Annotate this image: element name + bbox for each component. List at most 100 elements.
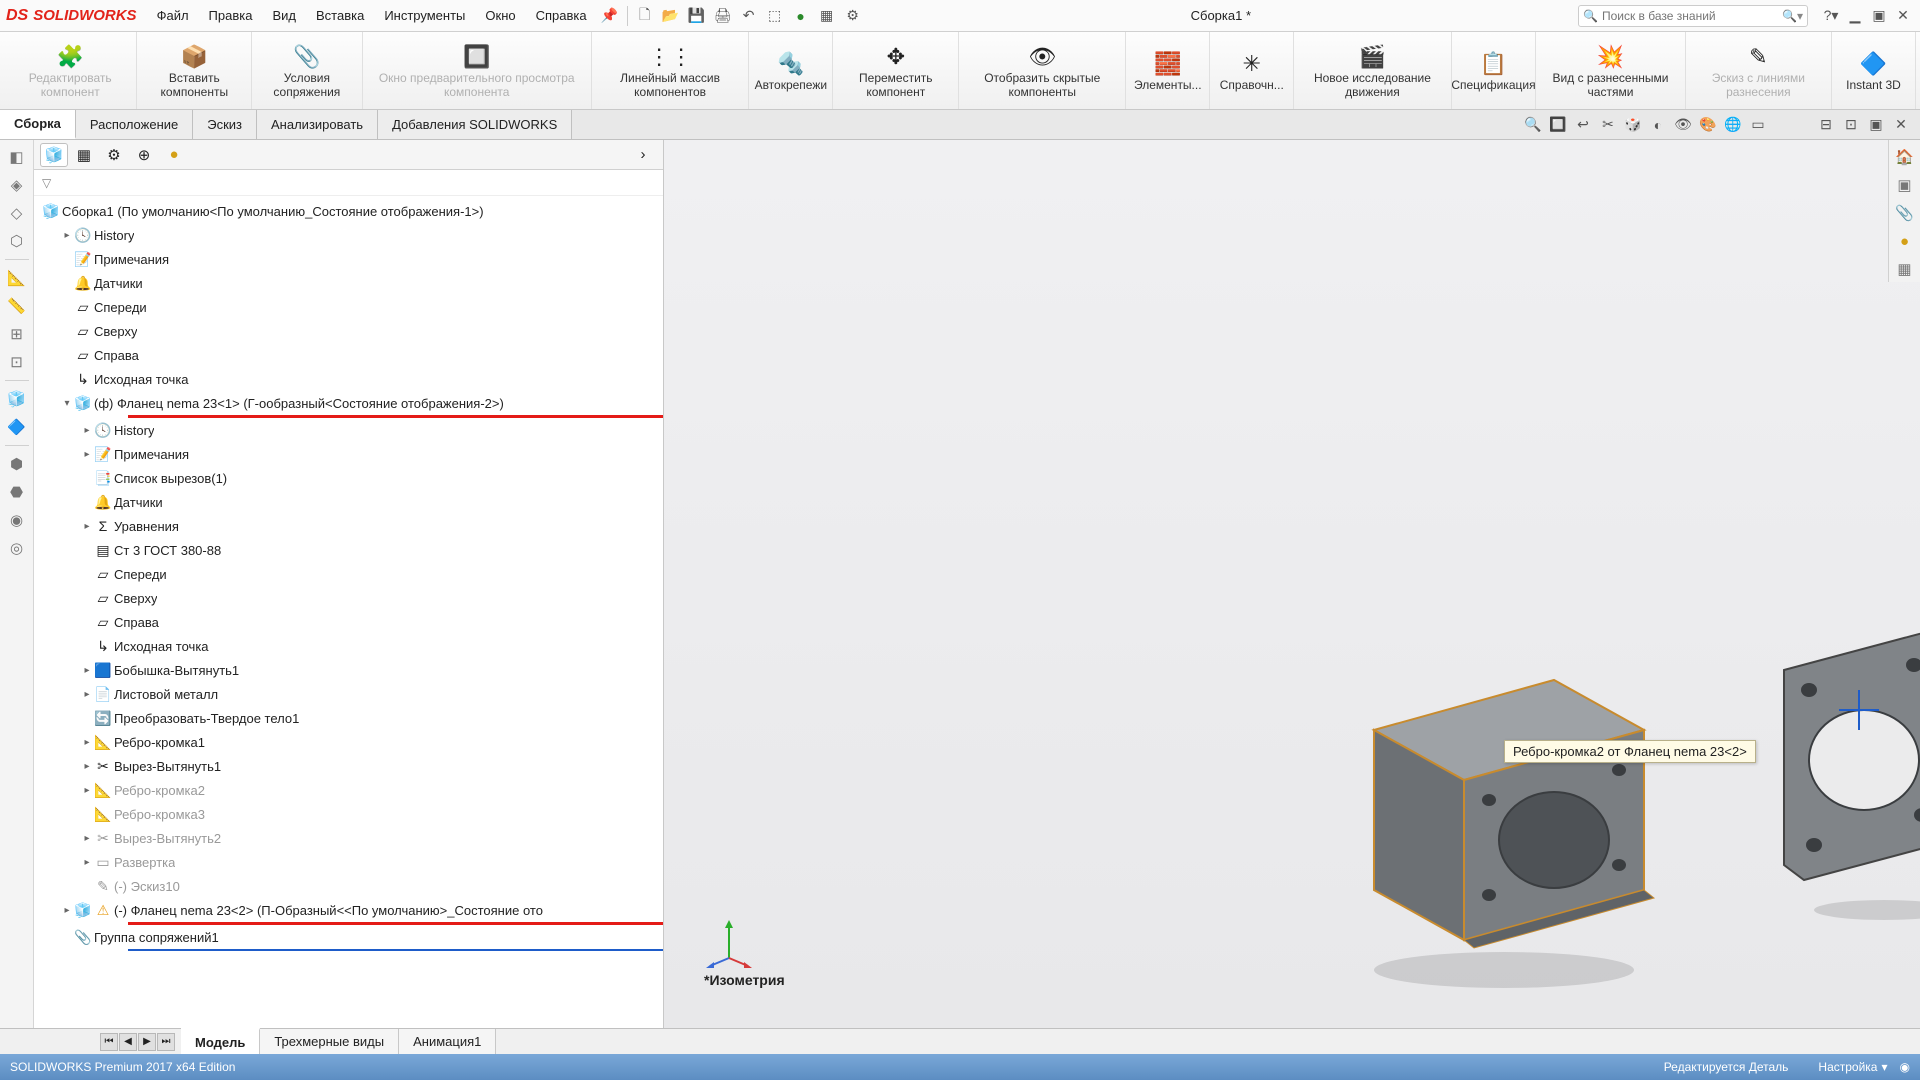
menu-file[interactable]: Файл xyxy=(149,5,197,26)
rail-icon-13[interactable]: ◉ xyxy=(4,507,30,533)
prev-view-icon[interactable]: ↩ xyxy=(1572,114,1594,136)
viewport-close-icon[interactable]: ✕ xyxy=(1890,114,1912,136)
search-box[interactable]: 🔍 🔍▾ xyxy=(1578,5,1808,27)
search-dropdown-icon[interactable]: 🔍▾ xyxy=(1782,9,1803,23)
tree-root[interactable]: 🧊Сборка1 (По умолчанию<По умолчанию_Сост… xyxy=(38,199,663,223)
menu-tools[interactable]: Инструменты xyxy=(376,5,473,26)
bottom-tab-model[interactable]: Модель xyxy=(181,1028,260,1054)
part-flat-flange[interactable] xyxy=(1754,630,1920,930)
close-icon[interactable]: ✕ xyxy=(1892,5,1914,27)
rail-custom-icon[interactable]: ▦ xyxy=(1892,256,1918,282)
tree-tab-property-icon[interactable]: ▦ xyxy=(70,143,98,167)
options-icon[interactable]: ▦ xyxy=(816,5,838,27)
expand-icon[interactable]: ▸ xyxy=(80,425,94,436)
tree-p1-edgeflange2[interactable]: ▸📐Ребро-кромка2 xyxy=(38,778,663,802)
tree-body[interactable]: 🧊Сборка1 (По умолчанию<По умолчанию_Сост… xyxy=(34,196,663,1028)
tree-p1-history[interactable]: ▸🕓History xyxy=(38,418,663,442)
tree-annotations[interactable]: 📝Примечания xyxy=(38,247,663,271)
tree-front-plane[interactable]: ▱Спереди xyxy=(38,295,663,319)
settings-icon[interactable]: ⚙ xyxy=(842,5,864,27)
status-indicator-icon[interactable]: ◉ xyxy=(1900,1060,1910,1074)
tree-p1-flatpattern[interactable]: ▸▭Развертка xyxy=(38,850,663,874)
viewport-3d[interactable]: Ребро-кромка2 от Фланец nema 23<2> *Изом… xyxy=(664,140,1920,1028)
save-icon[interactable]: 💾 xyxy=(686,5,708,27)
tree-tab-feature-icon[interactable]: 🧊 xyxy=(40,143,68,167)
pushpin-icon[interactable]: 📌 xyxy=(599,5,621,27)
tree-mates[interactable]: 📎Группа сопряжений1 xyxy=(38,925,663,949)
tree-p1-cut1[interactable]: ▸✂Вырез-Вытянуть1 xyxy=(38,754,663,778)
tree-p1-boss[interactable]: ▸🟦Бобышка-Вытянуть1 xyxy=(38,658,663,682)
tree-p1-cut2[interactable]: ▸✂Вырез-Вытянуть2 xyxy=(38,826,663,850)
tree-right-plane[interactable]: ▱Справа xyxy=(38,343,663,367)
menu-edit[interactable]: Правка xyxy=(201,5,261,26)
expand-icon[interactable]: ▸ xyxy=(80,833,94,844)
viewport-restore-icon[interactable]: ▣ xyxy=(1865,114,1887,136)
rebuild-icon[interactable]: ● xyxy=(790,5,812,27)
expand-icon[interactable]: ▸ xyxy=(80,449,94,460)
tree-p1-top[interactable]: ▱Сверху xyxy=(38,586,663,610)
menu-view[interactable]: Вид xyxy=(264,5,304,26)
view-orient-icon[interactable]: 🎲 xyxy=(1622,114,1644,136)
tree-history[interactable]: ▸🕓History xyxy=(38,223,663,247)
ribbon-reference[interactable]: ✳Справочн... xyxy=(1210,32,1294,109)
menu-insert[interactable]: Вставка xyxy=(308,5,372,26)
bottom-tab-animation[interactable]: Анимация1 xyxy=(399,1029,496,1054)
zoom-area-icon[interactable]: 🔲 xyxy=(1547,114,1569,136)
rail-icon-9[interactable]: 🧊 xyxy=(4,386,30,412)
rail-home-icon[interactable]: 🏠 xyxy=(1892,144,1918,170)
restore-icon[interactable]: ▣ xyxy=(1868,5,1890,27)
zoom-fit-icon[interactable]: 🔍 xyxy=(1522,114,1544,136)
section-view-icon[interactable]: ✂ xyxy=(1597,114,1619,136)
viewport-min-icon[interactable]: ⊟ xyxy=(1815,114,1837,136)
tree-sensors[interactable]: 🔔Датчики xyxy=(38,271,663,295)
rollback-bar[interactable] xyxy=(128,949,663,951)
status-dropdown-icon[interactable]: ▾ xyxy=(1881,1060,1887,1074)
open-icon[interactable]: 📂 xyxy=(660,5,682,27)
rail-icon-6[interactable]: 📏 xyxy=(4,293,30,319)
viewport-max-icon[interactable]: ⊡ xyxy=(1840,114,1862,136)
ribbon-instant-3d[interactable]: 🔷Instant 3D xyxy=(1832,32,1916,109)
ribbon-mate[interactable]: 📎Условия сопряжения xyxy=(252,32,362,109)
expand-icon[interactable]: ▸ xyxy=(80,761,94,772)
new-icon[interactable]: 🗋 xyxy=(634,5,656,27)
expand-icon[interactable]: ▸ xyxy=(80,689,94,700)
tree-part2[interactable]: ▸🧊⚠(-) Фланец nema 23<2> (П-Образный<<По… xyxy=(38,898,663,922)
viewport-settings-icon[interactable]: ▭ xyxy=(1747,114,1769,136)
tree-tab-expand-icon[interactable]: › xyxy=(629,143,657,167)
tab-nav-next[interactable]: ▶ xyxy=(138,1033,156,1051)
ribbon-bom[interactable]: 📋Спецификация xyxy=(1452,32,1537,109)
ribbon-show-hidden[interactable]: 👁Отобразить скрытые компоненты xyxy=(959,32,1126,109)
undo-icon[interactable]: ↶ xyxy=(738,5,760,27)
rail-icon-8[interactable]: ⊡ xyxy=(4,349,30,375)
tree-p1-equations[interactable]: ▸ΣУравнения xyxy=(38,514,663,538)
tab-nav-last[interactable]: ⏭ xyxy=(157,1033,175,1051)
rail-task-icon[interactable]: ▣ xyxy=(1892,172,1918,198)
menu-window[interactable]: Окно xyxy=(477,5,523,26)
ribbon-move-component[interactable]: ✥Переместить компонент xyxy=(833,32,959,109)
tab-addins[interactable]: Добавления SOLIDWORKS xyxy=(378,110,572,139)
expand-icon[interactable]: ▸ xyxy=(80,785,94,796)
ribbon-edit-component[interactable]: 🧩Редактировать компонент xyxy=(4,32,137,109)
help-icon[interactable]: ?▾ xyxy=(1820,5,1842,27)
part-l-bracket[interactable] xyxy=(1354,670,1664,990)
tree-origin[interactable]: ↳Исходная точка xyxy=(38,367,663,391)
tree-p1-right[interactable]: ▱Справа xyxy=(38,610,663,634)
expand-icon[interactable]: ▸ xyxy=(60,905,74,916)
search-input[interactable] xyxy=(1602,9,1782,23)
tree-p1-edgeflange1[interactable]: ▸📐Ребро-кромка1 xyxy=(38,730,663,754)
rail-icon-5[interactable]: 📐 xyxy=(4,265,30,291)
tree-p1-sheetmetal[interactable]: ▸📄Листовой металл xyxy=(38,682,663,706)
tree-p1-cutlist[interactable]: 📑Список вырезов(1) xyxy=(38,466,663,490)
appearance-icon[interactable]: 🎨 xyxy=(1697,114,1719,136)
ribbon-explode-sketch[interactable]: ✎Эскиз с линиями разнесения xyxy=(1686,32,1832,109)
tree-p1-convert[interactable]: 🔄Преобразовать-Твердое тело1 xyxy=(38,706,663,730)
rail-icon-2[interactable]: ◈ xyxy=(4,172,30,198)
minimize-icon[interactable]: ▁ xyxy=(1844,5,1866,27)
tree-tab-appearance-icon[interactable]: ● xyxy=(160,143,188,167)
collapse-icon[interactable]: ▾ xyxy=(60,398,74,409)
rail-icon-3[interactable]: ◇ xyxy=(4,200,30,226)
tree-p1-annotations[interactable]: ▸📝Примечания xyxy=(38,442,663,466)
rail-icon-11[interactable]: ⬢ xyxy=(4,451,30,477)
rail-icon-7[interactable]: ⊞ xyxy=(4,321,30,347)
tree-part1[interactable]: ▾🧊(ф) Фланец nema 23<1> (Г-ообразный<Сос… xyxy=(38,391,663,415)
